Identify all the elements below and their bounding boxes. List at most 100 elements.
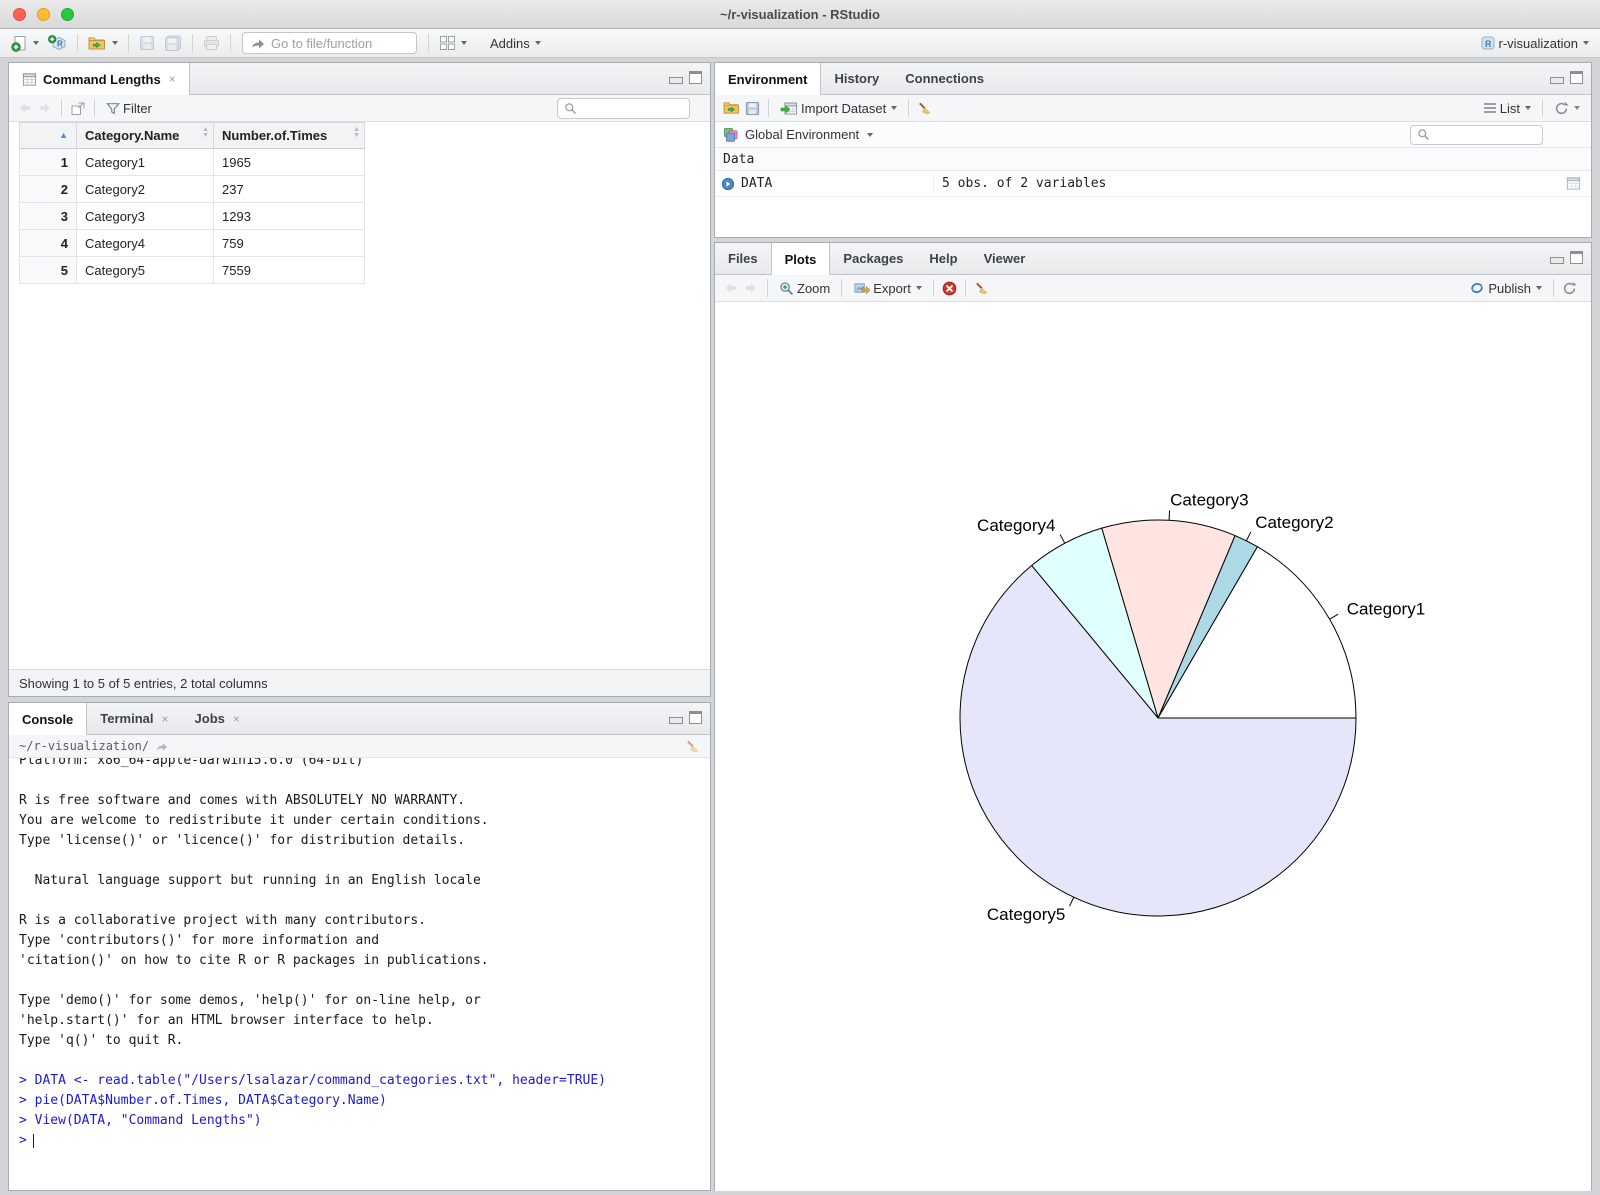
console-pane: Console Terminal × Jobs × ~/r-visualizatio… [8, 702, 711, 1191]
table-cell: 2 [19, 176, 77, 203]
maximize-pane-button[interactable] [1570, 251, 1583, 264]
tab-plots[interactable]: Plots [770, 243, 831, 275]
export-icon [853, 281, 871, 296]
refresh-environment-button[interactable] [1551, 99, 1583, 118]
pie-label-Category4: Category4 [977, 516, 1055, 535]
minimize-window-button[interactable] [37, 8, 50, 21]
row-number-header[interactable]: ▲ [19, 123, 77, 149]
goto-file-input[interactable] [271, 35, 401, 51]
column-header-number-of-times[interactable]: Number.of.Times ▲ ▼ [214, 123, 365, 149]
table-cell: 1965 [214, 149, 365, 176]
project-menu-button[interactable]: R r-visualization [1477, 33, 1592, 53]
table-row[interactable]: 2 Category2 237 [19, 176, 365, 203]
new-project-button[interactable]: R [45, 33, 70, 54]
table-row[interactable]: 1 Category1 1965 [19, 149, 365, 176]
tab-files[interactable]: Files [715, 243, 771, 274]
import-dataset-button[interactable]: Import Dataset [777, 99, 900, 118]
search-icon [564, 102, 577, 115]
goto-directory-icon[interactable] [155, 741, 168, 752]
environment-object-row[interactable]: DATA 5 obs. of 2 variables [715, 171, 1591, 197]
pie-label-Category5: Category5 [987, 905, 1065, 924]
tab-console[interactable]: Console [9, 703, 88, 735]
addins-button[interactable]: Addins [487, 34, 544, 53]
console-input-line: > DATA <- read.table("/Users/lsalazar/co… [19, 1073, 606, 1088]
pane-layout-button[interactable] [436, 33, 470, 53]
new-file-button[interactable] [8, 33, 42, 54]
close-window-button[interactable] [13, 8, 26, 21]
view-object-grid-icon[interactable] [1566, 176, 1581, 191]
svg-text:R: R [57, 39, 63, 48]
main-toolbar: R Addins [0, 29, 1600, 58]
zoom-plot-button[interactable]: Zoom [776, 279, 833, 298]
export-label: Export [873, 280, 911, 296]
previous-plot-icon[interactable] [723, 281, 739, 295]
console-output[interactable]: Platform: x86_64-apple-darwin15.6.0 (64-… [9, 758, 710, 1192]
console-output-line: 'help.start()' for an HTML browser inter… [19, 1013, 434, 1028]
list-view-button[interactable]: List [1480, 99, 1534, 118]
maximize-pane-button[interactable] [1570, 71, 1583, 84]
open-new-window-icon[interactable] [70, 101, 86, 116]
object-summary: 5 obs. of 2 variables [933, 176, 1585, 191]
save-all-button[interactable] [161, 33, 185, 53]
clear-environment-broom-icon[interactable] [917, 101, 932, 116]
environment-search-input[interactable] [1435, 127, 1535, 142]
table-status-text: Showing 1 to 5 of 5 entries, 2 total col… [19, 675, 268, 691]
tab-history[interactable]: History [821, 63, 892, 94]
save-workspace-icon[interactable] [745, 101, 760, 116]
minimize-pane-button[interactable] [669, 77, 683, 84]
minimize-pane-button[interactable] [1550, 257, 1564, 264]
table-row[interactable]: 3 Category3 1293 [19, 203, 365, 230]
export-plot-button[interactable]: Export [850, 279, 925, 298]
console-output-line: Type 'license()' or 'licence()' for dist… [19, 833, 466, 848]
maximize-window-button[interactable] [61, 8, 74, 21]
remove-plot-icon[interactable] [942, 281, 957, 296]
maximize-pane-button[interactable] [689, 71, 702, 84]
minimize-pane-button[interactable] [1550, 77, 1564, 84]
next-plot-icon[interactable] [743, 281, 759, 295]
pie-label-Category1: Category1 [1347, 599, 1425, 618]
forward-icon[interactable] [37, 101, 53, 115]
environment-search[interactable] [1410, 124, 1543, 145]
goto-file-search[interactable] [242, 32, 417, 54]
refresh-plot-icon[interactable] [1562, 281, 1577, 296]
table-cell: Category4 [77, 230, 214, 257]
list-icon [1483, 102, 1497, 114]
clear-all-plots-broom-icon[interactable] [974, 281, 989, 296]
load-workspace-icon[interactable] [723, 101, 741, 115]
tab-environment[interactable]: Environment [715, 63, 822, 95]
close-tab-icon[interactable]: × [162, 712, 169, 726]
tab-connections[interactable]: Connections [892, 63, 997, 94]
tab-help[interactable]: Help [916, 243, 970, 274]
data-viewer-search[interactable] [557, 97, 690, 119]
close-tab-icon[interactable]: × [169, 72, 176, 86]
tab-viewer[interactable]: Viewer [971, 243, 1039, 274]
tab-command-lengths[interactable]: Command Lengths × [9, 63, 190, 95]
close-tab-icon[interactable]: × [233, 712, 240, 726]
back-icon[interactable] [17, 101, 33, 115]
open-file-button[interactable] [85, 34, 121, 53]
table-row[interactable]: 4 Category4 759 [19, 230, 365, 257]
filter-button[interactable]: Filter [103, 99, 155, 118]
environment-scope-label[interactable]: Global Environment [745, 127, 859, 142]
search-icon [1417, 128, 1430, 141]
save-all-icon [164, 35, 182, 51]
tab-packages[interactable]: Packages [830, 243, 916, 274]
table-cell: Category5 [77, 257, 214, 284]
maximize-pane-button[interactable] [689, 711, 702, 724]
import-dataset-label: Import Dataset [801, 100, 887, 116]
save-button[interactable] [136, 33, 158, 53]
clear-console-broom-icon[interactable] [685, 739, 700, 754]
column-header-category-name[interactable]: Category.Name ▲ ▼ [77, 123, 214, 149]
expand-object-icon[interactable] [721, 177, 735, 191]
table-cell: 5 [19, 257, 77, 284]
data-viewer-search-input[interactable] [582, 101, 682, 115]
tab-jobs[interactable]: Jobs × [182, 703, 253, 734]
print-button[interactable] [200, 33, 223, 53]
publish-button[interactable]: Publish [1466, 278, 1545, 298]
minimize-pane-button[interactable] [669, 717, 683, 724]
tab-terminal[interactable]: Terminal × [87, 703, 181, 734]
table-row[interactable]: 5 Category5 7559 [19, 257, 365, 284]
